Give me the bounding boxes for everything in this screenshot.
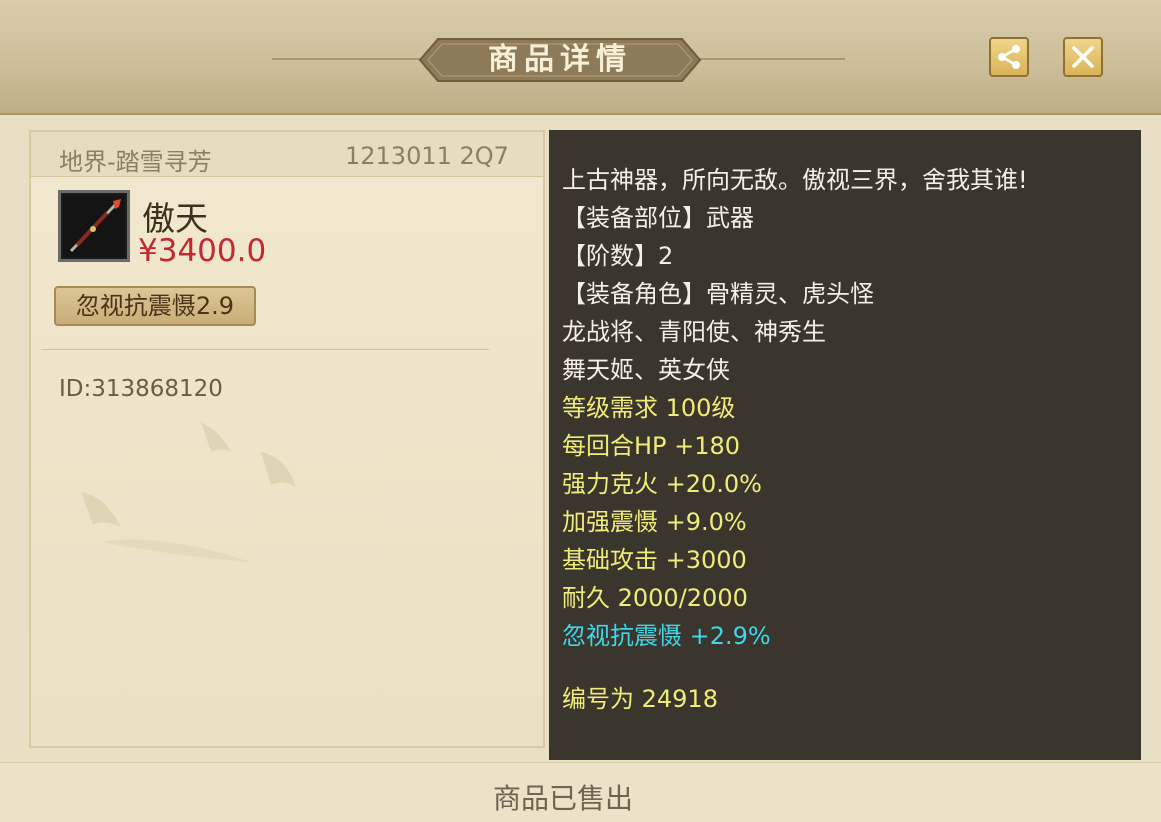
seller-code: 1213011 2Q7 <box>345 142 509 170</box>
card-divider <box>41 349 489 350</box>
server-name: 地界-踏雪寻芳 <box>59 148 212 176</box>
stat-enhance-deter: 加强震慑 +9.0% <box>562 508 747 536</box>
sale-status: 商品已售出 <box>492 782 633 815</box>
swallow-watermark <box>81 422 296 562</box>
stat-level-requirement: 等级需求 100级 <box>562 394 736 422</box>
stat-ignore-deter-resist: 忽视抗震慑 +2.9% <box>562 622 771 650</box>
header-ornament-left <box>272 58 422 60</box>
item-id: ID:313868120 <box>59 376 223 402</box>
header-ornament-right <box>700 58 845 60</box>
footer-bar: 商品已售出 <box>0 762 1161 822</box>
spear-weapon-icon <box>63 195 125 257</box>
attribute-tag[interactable]: 忽视抗震慑2.9 <box>54 286 256 326</box>
description-tier: 【阶数】2 <box>562 242 674 270</box>
close-button[interactable] <box>1063 37 1103 77</box>
stat-fire-resist: 强力克火 +20.0% <box>562 470 762 498</box>
description-roles-line3: 舞天姬、英女侠 <box>562 356 730 384</box>
title-plate: 商品详情 <box>414 37 706 83</box>
description-roles-line2: 龙战将、青阳使、神秀生 <box>562 318 826 346</box>
item-icon-frame[interactable] <box>58 190 130 262</box>
header-bar: 商品详情 <box>0 0 1161 115</box>
item-serial-number: 编号为 24918 <box>562 685 718 713</box>
description-flavor-text: 上古神器，所向无敌。傲视三界，舍我其谁! <box>562 166 1028 194</box>
page-title: 商品详情 <box>488 42 632 77</box>
item-price: ¥3400.0 <box>138 233 267 269</box>
stat-base-attack: 基础攻击 +3000 <box>562 546 747 574</box>
stat-durability: 耐久 2000/2000 <box>562 584 748 612</box>
share-button[interactable] <box>989 37 1029 77</box>
description-slot: 【装备部位】武器 <box>562 204 754 232</box>
description-panel: 上古神器，所向无敌。傲视三界，舍我其谁! 【装备部位】武器 【阶数】2 【装备角… <box>549 130 1141 760</box>
close-icon <box>1072 46 1094 68</box>
listing-card-header: 地界-踏雪寻芳 1213011 2Q7 <box>31 132 543 177</box>
listing-card: 地界-踏雪寻芳 1213011 2Q7 傲天 ¥3400.0 忽视抗震慑2.9 … <box>29 130 545 748</box>
stat-hp-per-round: 每回合HP +180 <box>562 432 741 460</box>
share-icon <box>998 45 1020 69</box>
description-roles: 【装备角色】骨精灵、虎头怪 <box>562 280 874 308</box>
